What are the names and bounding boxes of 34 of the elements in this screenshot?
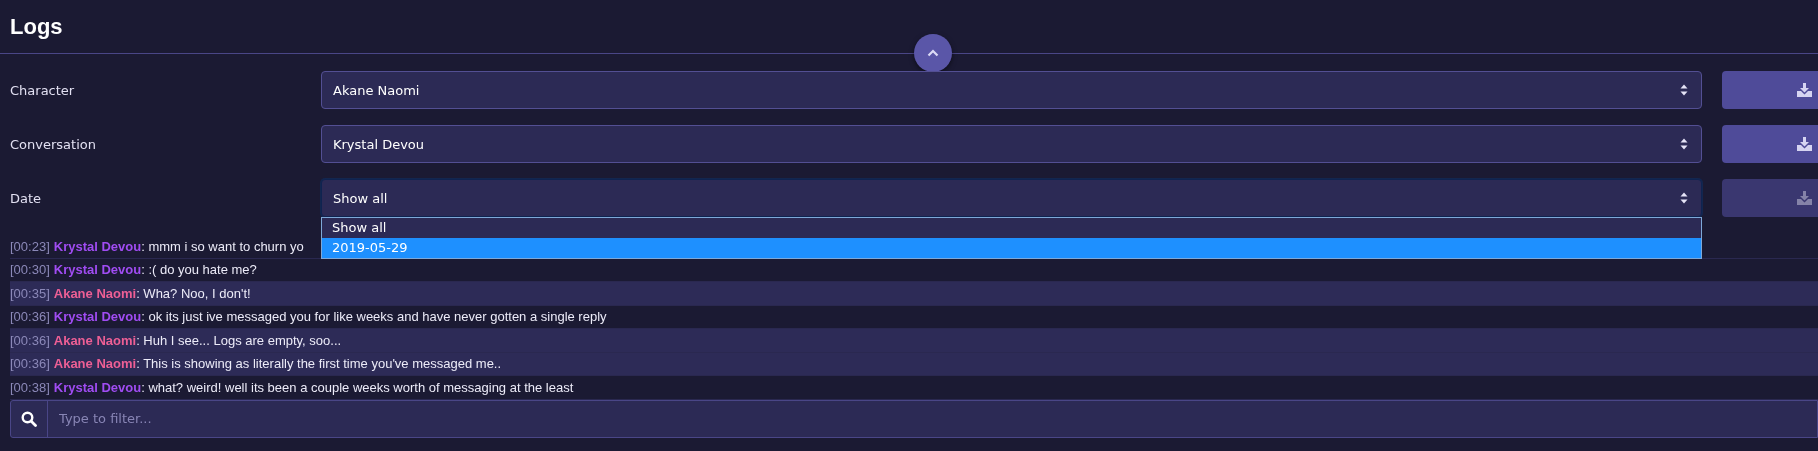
field-label: Date <box>10 190 43 206</box>
dropdown-option[interactable]: 2019-05-29 <box>322 238 1701 258</box>
download-icon <box>1797 191 1812 205</box>
timestamp: [00:30] <box>10 262 50 278</box>
field-label: Conversation <box>10 136 97 152</box>
message-text: : mmm i so want to churn yo <box>141 238 304 254</box>
timestamp: [00:35] <box>10 285 50 301</box>
select-field[interactable]: Krystal Devou <box>321 125 1702 163</box>
message-text: : This is showing as literally the first time you've messaged me.. <box>136 356 502 372</box>
page-title: Logs <box>10 13 63 40</box>
search-icon <box>21 410 37 427</box>
select-field[interactable]: Akane Naomi <box>321 71 1702 109</box>
timestamp: [00:23] <box>10 238 50 254</box>
timestamp: [00:36] <box>10 356 50 372</box>
sort-arrows-icon <box>1680 192 1688 204</box>
dropdown-option[interactable]: Show all <box>322 218 1701 238</box>
message-text: : Huh I see... Logs are empty, soo... <box>136 332 342 348</box>
timestamp: [00:36] <box>10 309 50 325</box>
select-field[interactable]: Show all <box>321 179 1702 217</box>
timestamp: [00:38] <box>10 379 50 395</box>
message-text: : what? weird! well its been a couple weeks worth of messaging at the least <box>141 379 574 395</box>
download-icon <box>1797 137 1812 151</box>
field-label: Character <box>10 82 76 98</box>
message-text: : ok its just ive messaged you for like weeks and have never gotten a single reply <box>141 309 607 325</box>
chevron-up-icon <box>927 49 939 57</box>
download-icon <box>1797 83 1812 97</box>
message-text: : Wha? Noo, I don't! <box>136 285 251 301</box>
download-button[interactable] <box>1722 71 1818 109</box>
download-button[interactable] <box>1722 125 1818 163</box>
message-text: : :( do you hate me? <box>141 262 257 278</box>
sort-arrows-icon <box>1680 84 1688 96</box>
collapse-button[interactable] <box>914 34 952 72</box>
sort-arrows-icon <box>1680 138 1688 150</box>
timestamp: [00:36] <box>10 332 50 348</box>
